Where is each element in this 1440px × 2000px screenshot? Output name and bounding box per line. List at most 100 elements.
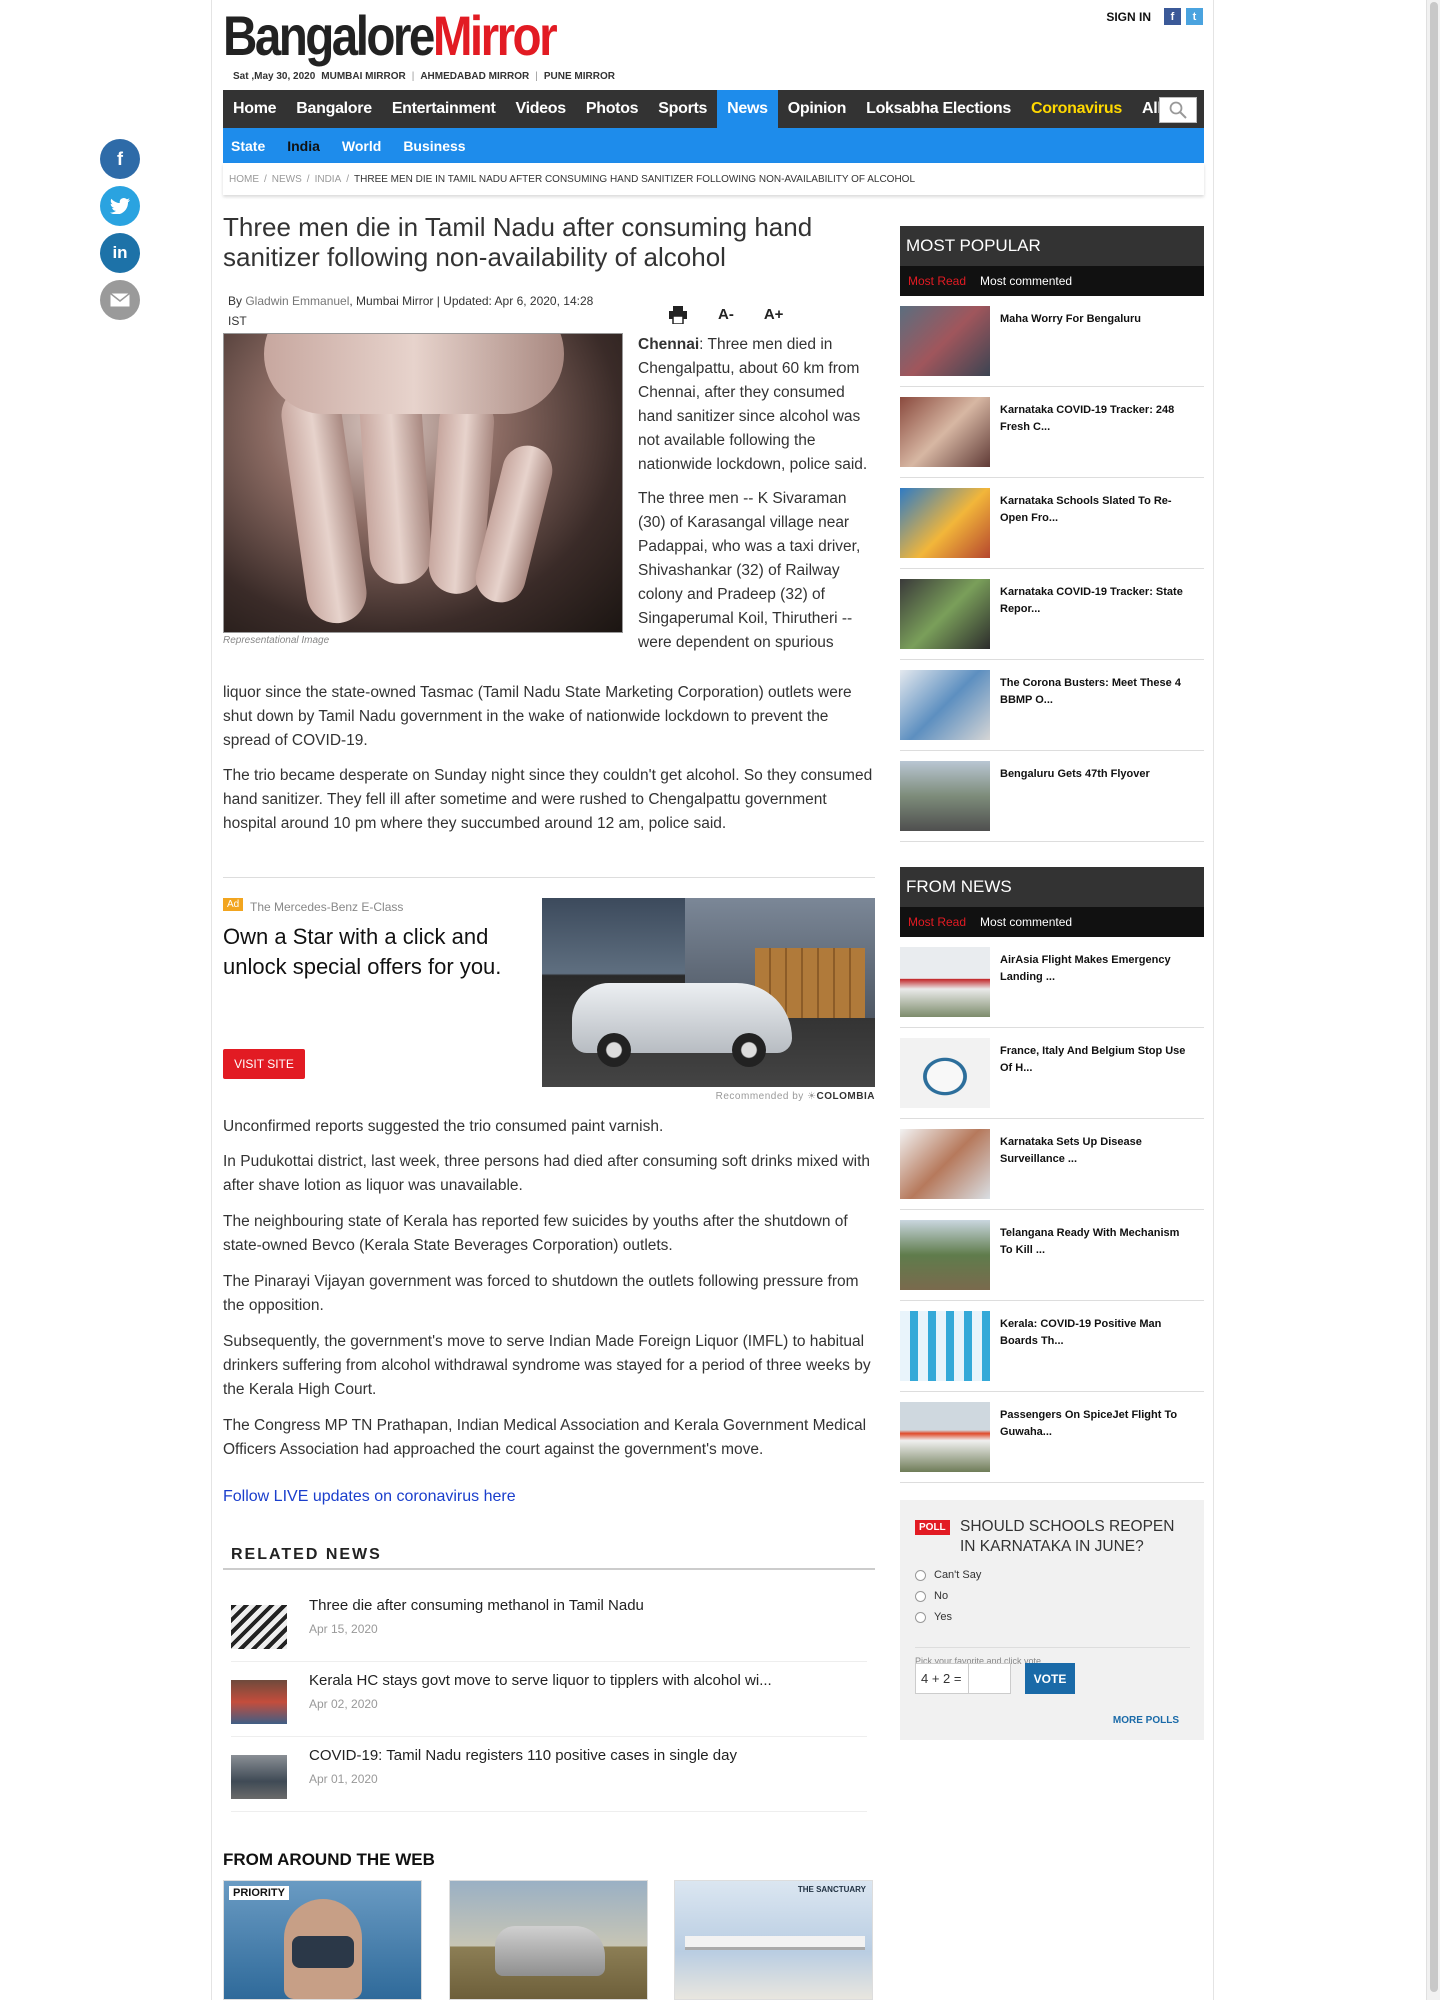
popular-title[interactable]: Karnataka COVID-19 Tracker: State Repor.… [1000, 584, 1190, 618]
search-button[interactable] [1159, 97, 1197, 123]
from-news-widget: FROM NEWS Most Read Most commented AirAs… [900, 867, 1204, 1483]
tab-most-read[interactable]: Most Read [908, 274, 966, 288]
font-increase-button[interactable]: A+ [764, 306, 784, 324]
author-link[interactable]: Gladwin Emmanuel [245, 294, 349, 308]
visit-site-button[interactable]: VISIT SITE [223, 1049, 305, 1079]
news-title[interactable]: Telangana Ready With Mechanism To Kill .… [1000, 1225, 1190, 1259]
news-title[interactable]: France, Italy And Belgium Stop Use Of H.… [1000, 1043, 1190, 1077]
around-web-card[interactable]: THE SANCTUARY [674, 1880, 873, 2000]
news-title[interactable]: Passengers On SpiceJet Flight To Guwaha.… [1000, 1407, 1190, 1441]
related-title[interactable]: COVID-19: Tamil Nadu registers 110 posit… [309, 1747, 737, 1764]
ad-image[interactable] [542, 898, 875, 1087]
news-title[interactable]: Karnataka Sets Up Disease Surveillance .… [1000, 1134, 1190, 1168]
nav-opinion[interactable]: Opinion [778, 90, 856, 128]
sign-in-link[interactable]: SIGN IN [1106, 10, 1151, 24]
around-web-card[interactable]: PRIORITY [223, 1880, 422, 2000]
related-title[interactable]: Kerala HC stays govt move to serve liquo… [309, 1672, 772, 1689]
header-social: f t [1164, 8, 1203, 25]
news-title[interactable]: AirAsia Flight Makes Emergency Landing .… [1000, 952, 1190, 986]
live-updates-link[interactable]: Follow LIVE updates on coronavirus here [223, 1488, 875, 1506]
nav-videos[interactable]: Videos [505, 90, 575, 128]
poll-option[interactable]: Can't Say [915, 1569, 981, 1581]
news-item[interactable]: Telangana Ready With Mechanism To Kill .… [900, 1210, 1204, 1301]
nav-photos[interactable]: Photos [576, 90, 648, 128]
twitter-share-icon[interactable] [100, 186, 140, 226]
news-item[interactable]: AirAsia Flight Makes Emergency Landing .… [900, 937, 1204, 1028]
twitter-icon[interactable]: t [1186, 8, 1203, 25]
poll-option[interactable]: Yes [915, 1611, 952, 1623]
popular-item[interactable]: Bengaluru Gets 47th Flyover [900, 751, 1204, 842]
popular-title[interactable]: Maha Worry For Bengaluru [1000, 311, 1190, 328]
tab-most-read[interactable]: Most Read [908, 915, 966, 929]
linkedin-share-icon[interactable]: in [100, 233, 140, 273]
page-container: BangaloreMirror Sat ,May 30, 2020 MUMBAI… [211, 0, 1214, 2000]
nav-entertainment[interactable]: Entertainment [382, 90, 506, 128]
nav-home[interactable]: Home [223, 90, 286, 128]
most-popular-tabs: Most Read Most commented [900, 266, 1204, 296]
nav-loksabha-elections[interactable]: Loksabha Elections [856, 90, 1021, 128]
facebook-share-icon[interactable]: f [100, 139, 140, 179]
related-item[interactable]: Three die after consuming methanol in Ta… [231, 1587, 867, 1662]
subnav-india[interactable]: India [287, 138, 320, 154]
facebook-icon[interactable]: f [1164, 8, 1181, 25]
radio-button[interactable] [915, 1590, 926, 1602]
popular-item[interactable]: Karnataka Schools Slated To Re-Open Fro.… [900, 478, 1204, 569]
popular-item[interactable]: Maha Worry For Bengaluru [900, 296, 1204, 387]
popular-item[interactable]: The Corona Busters: Meet These 4 BBMP O.… [900, 660, 1204, 751]
site-logo[interactable]: BangaloreMirror [223, 6, 558, 66]
nav-coronavirus[interactable]: Coronavirus [1021, 90, 1132, 128]
article: Three men die in Tamil Nadu after consum… [223, 212, 875, 2000]
paragraph-4: Unconfirmed reports suggested the trio c… [223, 1118, 664, 1135]
tab-most-commented[interactable]: Most commented [980, 915, 1072, 929]
more-polls-link[interactable]: MORE POLLS [1113, 1715, 1179, 1726]
font-decrease-button[interactable]: A- [718, 306, 734, 324]
scrollbar-thumb[interactable] [1430, 2, 1438, 1992]
news-item[interactable]: Kerala: COVID-19 Positive Man Boards Th.… [900, 1301, 1204, 1392]
subnav-business[interactable]: Business [403, 138, 465, 154]
mumbai-mirror-link[interactable]: MUMBAI MIRROR [321, 71, 405, 82]
related-item[interactable]: Kerala HC stays govt move to serve liquo… [231, 1662, 867, 1737]
breadcrumb-india[interactable]: INDIA [315, 174, 342, 185]
around-web-heading: FROM AROUND THE WEB [223, 1850, 435, 1869]
popular-item[interactable]: Karnataka COVID-19 Tracker: State Repor.… [900, 569, 1204, 660]
print-icon[interactable] [668, 306, 688, 325]
email-share-icon[interactable] [100, 280, 140, 320]
popular-thumbnail [900, 670, 990, 740]
related-title[interactable]: Three die after consuming methanol in Ta… [309, 1597, 644, 1614]
captcha-input[interactable] [968, 1664, 1010, 1693]
breadcrumb-news[interactable]: NEWS [272, 174, 302, 185]
ad-title[interactable]: Own a Star with a click and unlock speci… [223, 922, 533, 982]
ahmedabad-mirror-link[interactable]: AHMEDABAD MIRROR [420, 71, 529, 82]
related-item[interactable]: COVID-19: Tamil Nadu registers 110 posit… [231, 1737, 867, 1812]
popular-title[interactable]: Bengaluru Gets 47th Flyover [1000, 766, 1190, 783]
around-web-card[interactable] [449, 1880, 648, 2000]
news-title[interactable]: Kerala: COVID-19 Positive Man Boards Th.… [1000, 1316, 1190, 1350]
popular-item[interactable]: Karnataka COVID-19 Tracker: 248 Fresh C.… [900, 387, 1204, 478]
ad-label: Ad [223, 898, 244, 911]
subnav-state[interactable]: State [231, 138, 265, 154]
vote-button[interactable]: VOTE [1025, 1663, 1075, 1694]
nav-sports[interactable]: Sports [648, 90, 717, 128]
sponsored-ad[interactable]: Ad The Mercedes-Benz E-Class Own a Star … [223, 877, 875, 1102]
poll-option[interactable]: No [915, 1590, 948, 1602]
nav-news[interactable]: News [717, 90, 778, 128]
news-item[interactable]: Karnataka Sets Up Disease Surveillance .… [900, 1119, 1204, 1210]
dateline: Sat ,May 30, 2020 MUMBAI MIRROR | AHMEDA… [233, 71, 615, 82]
popular-title[interactable]: The Corona Busters: Meet These 4 BBMP O.… [1000, 675, 1190, 709]
lead-paragraph: Chennai: Three men died in Chengalpattu,… [638, 333, 875, 477]
paragraph-5: In Pudukottai district, last week, three… [223, 1153, 871, 1194]
tab-most-commented[interactable]: Most commented [980, 274, 1072, 288]
breadcrumb-home[interactable]: HOME [229, 174, 259, 185]
nav-bangalore[interactable]: Bangalore [286, 90, 382, 128]
article-headline: Three men die in Tamil Nadu after consum… [223, 212, 813, 272]
popular-title[interactable]: Karnataka COVID-19 Tracker: 248 Fresh C.… [1000, 402, 1190, 436]
ad-brand[interactable]: The Mercedes-Benz E-Class [250, 900, 403, 914]
subnav-world[interactable]: World [342, 138, 381, 154]
popular-title[interactable]: Karnataka Schools Slated To Re-Open Fro.… [1000, 493, 1190, 527]
news-item[interactable]: France, Italy And Belgium Stop Use Of H.… [900, 1028, 1204, 1119]
radio-button[interactable] [915, 1611, 926, 1623]
pune-mirror-link[interactable]: PUNE MIRROR [544, 71, 615, 82]
news-item[interactable]: Passengers On SpiceJet Flight To Guwaha.… [900, 1392, 1204, 1483]
radio-button[interactable] [915, 1569, 926, 1581]
page-scrollbar[interactable] [1426, 0, 1440, 2000]
